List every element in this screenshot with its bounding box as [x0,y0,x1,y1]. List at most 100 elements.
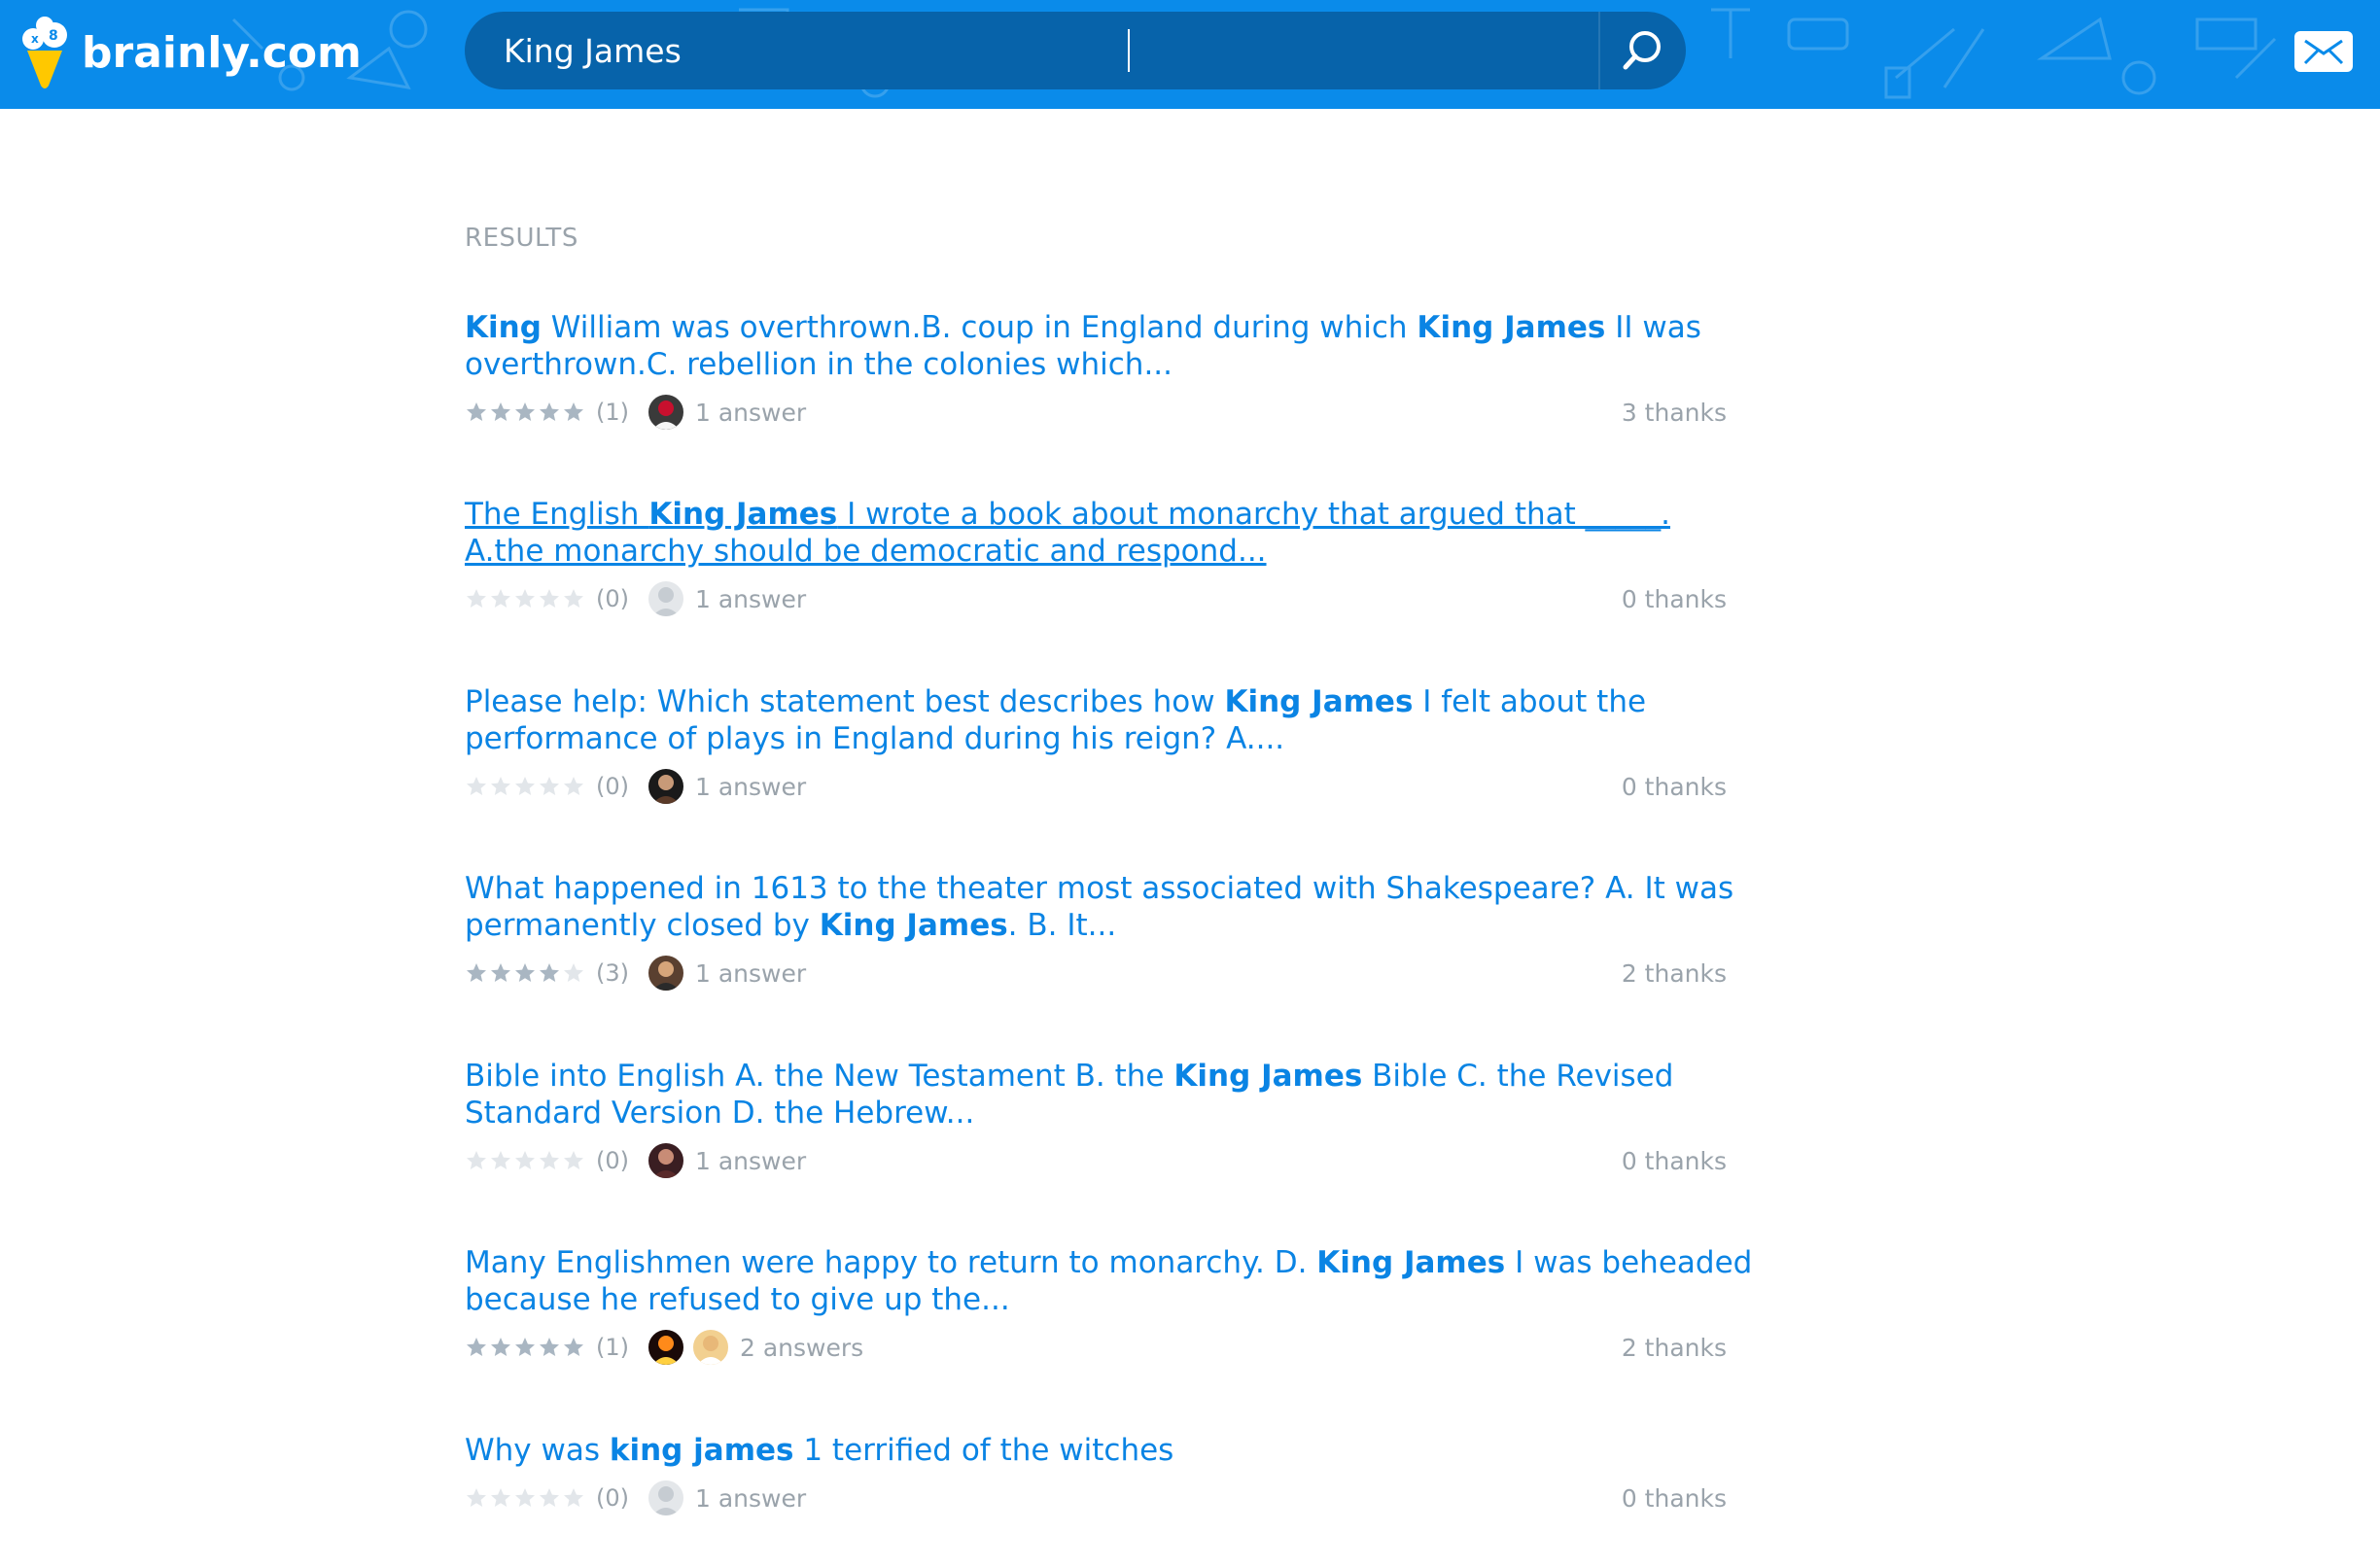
search-bar [465,12,1686,89]
star-filled-icon [515,402,535,421]
avatar-face-icon [652,1336,680,1365]
result-meta: (3) 1 answer 2 thanks [465,952,1768,994]
avatar-face-icon [652,961,680,991]
svg-text:x: x [31,32,39,46]
logo-text: brainly.com [82,27,362,78]
results-heading: RESULTS [465,224,578,253]
avatar-face-icon [652,400,680,430]
star-empty-icon [515,1488,535,1507]
star-empty-icon [564,777,583,795]
result-title-link[interactable]: Why was king james 1 terrified of the wi… [465,1432,1758,1469]
highlighted-term: King James [1316,1245,1506,1280]
rating-count: (1) [596,399,629,426]
star-empty-icon [515,589,535,608]
avatar-face-icon [697,1336,724,1365]
title-text: Why was [465,1433,610,1468]
avatar-face-icon [652,1486,680,1515]
avatar[interactable] [647,1328,685,1367]
avatar[interactable] [691,1328,730,1367]
title-text: William was overthrown.B. coup in Englan… [541,310,1418,345]
star-empty-icon [515,777,535,795]
result-title-link[interactable]: Please help: Which statement best descri… [465,683,1758,757]
title-text: The English [465,497,649,532]
avatar[interactable] [647,1479,685,1517]
answer-count: 1 answer [695,958,807,988]
star-rating [465,775,586,798]
result-meta: (0) 1 answer 0 thanks [465,765,1768,808]
answer-count: 1 answer [695,1146,807,1175]
star-filled-icon [564,1338,583,1356]
star-empty-icon [540,589,559,608]
star-empty-icon [467,1151,486,1169]
star-empty-icon [467,777,486,795]
result-meta: (1) 2 answers 2 thanks [465,1326,1768,1369]
thanks-count: 0 thanks [1621,584,1727,613]
avatar-face-icon [652,587,680,616]
result-meta: (0) 1 answer 0 thanks [465,1477,1768,1519]
star-rating [465,1149,586,1172]
result-item: What happened in 1613 to the theater mos… [465,870,1768,994]
rating-count: (0) [596,1147,629,1174]
thanks-count: 0 thanks [1621,1483,1727,1513]
search-icon [1623,31,1661,70]
avatar[interactable] [647,1141,685,1180]
rating-count: (0) [596,1484,629,1512]
result-item: Please help: Which statement best descri… [465,683,1768,808]
answerer-avatars [647,1328,736,1367]
star-empty-icon [564,963,583,982]
star-empty-icon [540,777,559,795]
result-title-link[interactable]: Many Englishmen were happy to return to … [465,1244,1758,1318]
result-title-link[interactable]: King William was overthrown.B. coup in E… [465,309,1758,383]
result-item: Why was king james 1 terrified of the wi… [465,1432,1768,1519]
star-filled-icon [467,1338,486,1356]
avatar-face-icon [652,775,680,804]
messages-button[interactable] [2294,31,2353,72]
result-item: Bible into English A. the New Testament … [465,1058,1768,1182]
star-rating [465,1336,586,1359]
search-input[interactable] [465,12,1598,89]
search-button[interactable] [1598,12,1686,89]
avatar[interactable] [647,579,685,618]
thanks-count: 2 thanks [1621,1333,1727,1362]
star-empty-icon [540,1488,559,1507]
star-filled-icon [515,1338,535,1356]
star-empty-icon [491,589,510,608]
title-text: Please help: Which statement best descri… [465,684,1225,719]
avatar[interactable] [647,767,685,806]
avatar[interactable] [647,954,685,992]
star-empty-icon [564,1151,583,1169]
result-title-link[interactable]: What happened in 1613 to the theater mos… [465,870,1758,944]
brainly-logo[interactable]: x 8 brainly.com [18,14,362,91]
rating-count: (1) [596,1334,629,1361]
thanks-count: 2 thanks [1621,958,1727,988]
title-text: Bible into English A. the New Testament … [465,1059,1174,1094]
avatar-face-icon [652,1149,680,1178]
answerer-avatars [647,1479,691,1517]
answerer-avatars [647,1141,691,1180]
star-empty-icon [515,1151,535,1169]
result-item: King William was overthrown.B. coup in E… [465,309,1768,434]
title-text: Many Englishmen were happy to return to … [465,1245,1317,1280]
result-item: Many Englishmen were happy to return to … [465,1244,1768,1369]
text-caret [1128,29,1130,72]
star-filled-icon [491,1338,510,1356]
result-meta: (0) 1 answer 0 thanks [465,1139,1768,1182]
star-empty-icon [491,1488,510,1507]
answer-count: 2 answers [740,1333,864,1362]
highlighted-term: King James [1417,310,1606,345]
rating-count: (0) [596,585,629,612]
top-bar: x 8 brainly.com [0,0,2380,109]
star-rating [465,1486,586,1510]
star-filled-icon [491,402,510,421]
title-text: 1 terrified of the witches [793,1433,1174,1468]
result-title-link[interactable]: Bible into English A. the New Testament … [465,1058,1758,1132]
brainly-logo-icon: x 8 [22,17,67,88]
answer-count: 1 answer [695,772,807,801]
rating-count: (3) [596,959,629,987]
rating-count: (0) [596,773,629,800]
avatar[interactable] [647,393,685,432]
result-title-link[interactable]: The English King James I wrote a book ab… [465,496,1758,570]
result-item: The English King James I wrote a book ab… [465,496,1768,620]
star-filled-icon [467,963,486,982]
highlighted-term: King James [1224,684,1414,719]
